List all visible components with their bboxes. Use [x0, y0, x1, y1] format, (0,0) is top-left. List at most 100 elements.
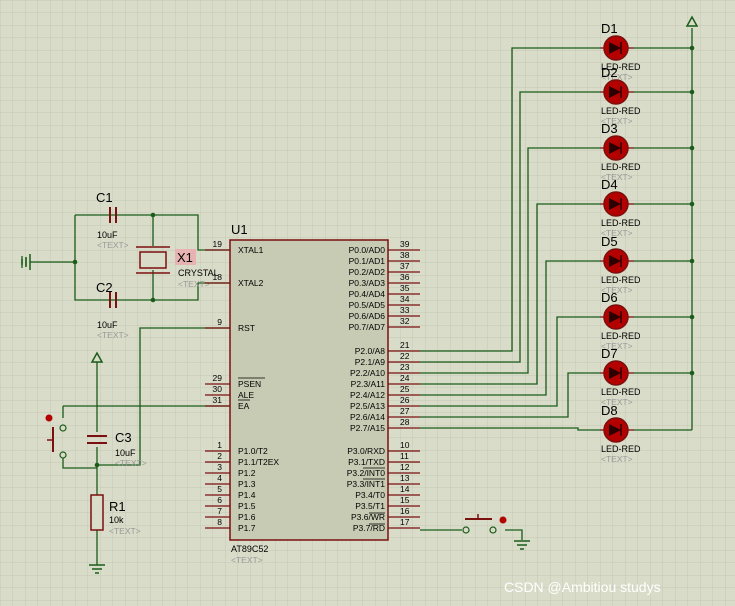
mcu-pin-number: 37: [400, 261, 410, 271]
r1-value: 10k: [109, 515, 124, 525]
c1-value: 10uF: [97, 230, 118, 240]
c2-text-tag: <TEXT>: [97, 330, 129, 340]
mcu-pin-label: P3.4/T0: [355, 490, 385, 500]
mcu-pin-label: P1.0/T2: [238, 446, 268, 456]
mcu-part: AT89C52: [231, 544, 268, 554]
mcu-pin-number: 32: [400, 316, 410, 326]
mcu-pin-number: 14: [400, 484, 410, 494]
led-ref: D2: [601, 65, 618, 80]
mcu-pin-label: P2.1/A9: [355, 357, 386, 367]
c3-value: 10uF: [115, 448, 136, 458]
mcu-pin-label: PSEN: [238, 379, 261, 389]
c2-value: 10uF: [97, 320, 118, 330]
mcu-pin-label: P0.1/AD1: [349, 256, 386, 266]
mcu-pin-number: 8: [217, 517, 222, 527]
mcu-pin-number: 31: [213, 395, 223, 405]
c1-ref: C1: [96, 190, 113, 205]
led-value: LED-RED: [601, 444, 641, 454]
mcu-pin-number: 18: [213, 272, 223, 282]
mcu-pin-number: 1: [217, 440, 222, 450]
c1-text-tag: <TEXT>: [97, 240, 129, 250]
mcu-pin-label: P3.2/INT0: [347, 468, 386, 478]
mcu-pin-label: P0.5/AD5: [349, 300, 386, 310]
watermark-text: CSDN @Ambitiou studys: [504, 579, 661, 595]
led-ref: D3: [601, 121, 618, 136]
mcu-pin-number: 3: [217, 462, 222, 472]
mcu-pin-number: 36: [400, 272, 410, 282]
mcu-u1[interactable]: U1 AT89C52 <TEXT> 19XTAL118XTAL29RST29PS…: [205, 222, 420, 565]
led-ref: D4: [601, 177, 618, 192]
mcu-pin-label: P1.2: [238, 468, 256, 478]
mcu-pin-label: XTAL2: [238, 278, 264, 288]
mcu-pin-number: 7: [217, 506, 222, 516]
mcu-pin-number: 24: [400, 373, 410, 383]
led-ref: D1: [601, 21, 618, 36]
mcu-pin-label: P3.7/RD: [353, 523, 385, 533]
x1-text-tag: <TEXT>: [178, 279, 210, 289]
mcu-pin-number: 15: [400, 495, 410, 505]
mcu-ref: U1: [231, 222, 248, 237]
mcu-pin-label: P1.6: [238, 512, 256, 522]
p37-button-actuator[interactable]: [499, 516, 507, 524]
mcu-pin-label: P2.5/A13: [350, 401, 385, 411]
mcu-pin-number: 21: [400, 340, 410, 350]
c3-ref: C3: [115, 430, 132, 445]
mcu-pin-label: P1.3: [238, 479, 256, 489]
led-ref: D5: [601, 234, 618, 249]
mcu-pin-label: P1.5: [238, 501, 256, 511]
mcu-pin-label: P2.2/A10: [350, 368, 385, 378]
r1-ref: R1: [109, 499, 126, 514]
mcu-pin-label: P0.2/AD2: [349, 267, 386, 277]
mcu-pin-number: 35: [400, 283, 410, 293]
mcu-pin-label: P1.7: [238, 523, 256, 533]
mcu-pin-number: 17: [400, 517, 410, 527]
mcu-pin-label: P1.1/T2EX: [238, 457, 279, 467]
led-value: LED-RED: [601, 331, 641, 341]
mcu-pin-number: 30: [213, 384, 223, 394]
mcu-pin-label: P0.0/AD0: [349, 245, 386, 255]
mcu-pin-label: P2.3/A11: [351, 379, 386, 389]
mcu-pin-label: XTAL1: [238, 245, 264, 255]
mcu-right-pins: 39 P0.0/AD0 38 P0.1/AD1 37 P0.2/AD2 36 P0.3/AD3…: [347, 239, 420, 533]
mcu-pin-number: 28: [400, 417, 410, 427]
led-value: LED-RED: [601, 387, 641, 397]
mcu-pin-number: 27: [400, 406, 410, 416]
mcu-pin-number: 12: [400, 462, 410, 472]
mcu-pin-number: 10: [400, 440, 410, 450]
mcu-text-tag: <TEXT>: [231, 555, 263, 565]
mcu-pin-label: P2.6/A14: [350, 412, 385, 422]
r1-text-tag: <TEXT>: [109, 526, 141, 536]
mcu-pin-number: 23: [400, 362, 410, 372]
led-value: LED-RED: [601, 218, 641, 228]
c2-ref: C2: [96, 280, 113, 295]
mcu-pin-number: 9: [217, 317, 222, 327]
x1-ref: X1: [177, 250, 193, 265]
led-value: LED-RED: [601, 106, 641, 116]
mcu-pin-label: RST: [238, 323, 255, 333]
mcu-pin-label: ALE: [238, 390, 254, 400]
mcu-pin-number: 34: [400, 294, 410, 304]
schematic-canvas[interactable]: C1 10uF <TEXT> C2 10uF <TEXT> C3 10uF <T…: [0, 0, 735, 606]
mcu-pin-label: P1.4: [238, 490, 256, 500]
mcu-pin-label: P2.4/A12: [350, 390, 385, 400]
mcu-pin-number: 38: [400, 250, 410, 260]
mcu-pin-number: 33: [400, 305, 410, 315]
reset-button-actuator[interactable]: [45, 414, 53, 422]
mcu-pin-label: EA: [238, 401, 250, 411]
led-ref: D8: [601, 403, 618, 418]
mcu-pin-number: 26: [400, 395, 410, 405]
mcu-pin-label: P3.3/INT1: [347, 479, 386, 489]
mcu-pin-label: P0.4/AD4: [349, 289, 386, 299]
mcu-pin-number: 25: [400, 384, 410, 394]
mcu-pin-number: 2: [217, 451, 222, 461]
led-ref: D6: [601, 290, 618, 305]
mcu-pin-number: 5: [217, 484, 222, 494]
led-ref: D7: [601, 346, 618, 361]
mcu-pin-number: 16: [400, 506, 410, 516]
mcu-pin-number: 19: [213, 239, 223, 249]
led-text-tag: <TEXT>: [601, 454, 633, 464]
mcu-pin-number: 13: [400, 473, 410, 483]
mcu-pin-label: P3.6/WR: [351, 512, 385, 522]
mcu-pin-label: P0.6/AD6: [349, 311, 386, 321]
led-value: LED-RED: [601, 275, 641, 285]
